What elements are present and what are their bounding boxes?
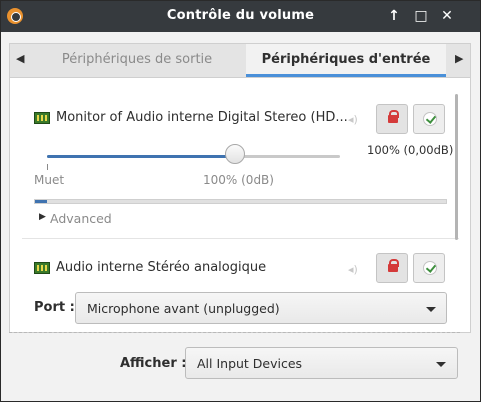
volume-control-window: Contrôle du volume ↑ □ ✕ ◀ Périphériques… [0, 0, 481, 402]
titlebar: Contrôle du volume ↑ □ ✕ [1, 1, 480, 32]
tab-output-devices[interactable]: Périphériques de sortie [28, 44, 246, 77]
mute-button[interactable] [376, 253, 408, 283]
level-meter-fill [35, 200, 47, 203]
device-separator [22, 238, 459, 239]
microphone-icon: ◂) [348, 113, 358, 126]
audio-card-icon [34, 112, 50, 124]
device-name: Monitor of Audio interne Digital Stereo … [56, 110, 348, 125]
window-title: Contrôle du volume [166, 8, 315, 23]
check-icon [423, 261, 437, 275]
lock-icon [388, 110, 399, 123]
microphone-icon: ◂) [348, 263, 358, 276]
device-list-panel: Monitor of Audio interne Digital Stereo … [9, 77, 471, 333]
chevron-down-icon [436, 362, 446, 367]
check-icon [423, 112, 437, 126]
tab-scroll-right-icon[interactable]: ▶ [455, 52, 463, 65]
chevron-down-icon [426, 307, 436, 312]
show-label: Afficher : [120, 356, 187, 371]
advanced-expander[interactable]: Advanced [50, 211, 112, 226]
slider-tick [47, 164, 48, 170]
volume-slider-knob[interactable] [225, 144, 245, 164]
audio-card-icon [34, 262, 50, 274]
close-button[interactable]: ✕ [438, 7, 456, 25]
show-select-value: All Input Devices [197, 356, 303, 371]
port-select[interactable]: Microphone avant (unplugged) [75, 292, 447, 324]
scrollbar[interactable] [455, 94, 458, 240]
mute-button[interactable] [376, 104, 408, 134]
port-select-value: Microphone avant (unplugged) [87, 301, 280, 316]
volume-slider[interactable] [47, 155, 340, 158]
port-label: Port : [34, 300, 75, 315]
up-button[interactable]: ↑ [385, 7, 403, 25]
tab-scroll-left-icon[interactable]: ◀ [16, 52, 24, 65]
set-default-button[interactable] [413, 104, 445, 134]
level-meter [34, 199, 447, 204]
scale-mark-label: 100% (0dB) [203, 173, 274, 187]
tab-bar: ◀ Périphériques de sortie Périphériques … [9, 43, 471, 77]
device-name: Audio interne Stéréo analogique [56, 260, 267, 275]
maximize-button[interactable]: □ [412, 7, 430, 25]
volume-percent: 100% (0,00dB) [367, 143, 454, 157]
expander-arrow-icon[interactable]: ▶ [39, 212, 46, 222]
tab-input-devices[interactable]: Périphériques d'entrée [246, 44, 446, 77]
lock-icon [388, 259, 399, 272]
panel-bottom-edge [9, 332, 460, 333]
show-devices-select[interactable]: All Input Devices [185, 347, 458, 379]
set-default-button[interactable] [413, 253, 445, 283]
volume-slider-fill [47, 155, 235, 158]
scale-min-label: Muet [34, 173, 65, 187]
